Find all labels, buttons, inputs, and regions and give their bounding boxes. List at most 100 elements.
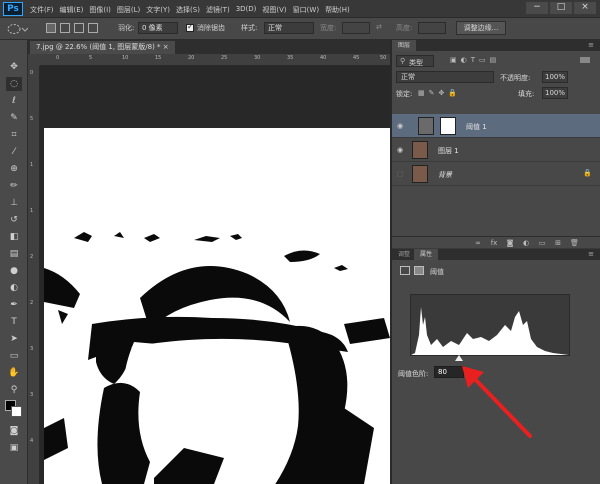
tab-properties[interactable]: 属性 (414, 249, 439, 260)
menu-image[interactable]: 图像(I) (89, 5, 111, 15)
type-tool-icon[interactable]: T (6, 315, 22, 329)
tab-adjustments[interactable]: 调整 (392, 249, 416, 260)
feather-input[interactable]: 0 像素 (138, 22, 178, 34)
hand-tool-icon[interactable]: ✋ (6, 366, 22, 380)
delete-layer-icon[interactable]: 🗑 (570, 239, 579, 247)
layer-filter-select[interactable]: ⚲ 类型 (396, 55, 434, 67)
height-label: 高度: (396, 24, 413, 32)
screen-mode-icon[interactable]: ▣ (6, 441, 22, 455)
clone-stamp-tool-icon[interactable]: ⊥ (6, 196, 22, 210)
document-tab[interactable]: 7.jpg @ 22.6% (阈值 1, 图层蒙版/8) * × (30, 41, 175, 54)
layer-name[interactable]: 图层 1 (438, 146, 459, 156)
panel-menu-icon[interactable]: ≡ (588, 250, 594, 258)
layer-filter-value: 类型 (409, 59, 423, 67)
swap-icon[interactable]: ⇄ (376, 23, 382, 31)
opacity-input[interactable]: 100% (542, 71, 568, 83)
lock-icons[interactable]: ▦✎✥🔒 (418, 89, 461, 97)
menu-window[interactable]: 窗口(W) (293, 5, 319, 15)
height-input[interactable] (418, 22, 446, 34)
layer-style-icon[interactable]: fx (490, 239, 498, 247)
ruler-h-label: 40 (320, 55, 327, 61)
menu-type[interactable]: 文字(Y) (146, 5, 170, 15)
minimize-button[interactable]: − (526, 2, 548, 14)
blur-tool-icon[interactable]: ● (6, 264, 22, 278)
visibility-eye-icon[interactable]: ◉ (397, 122, 403, 130)
panel-menu-icon[interactable]: ≡ (588, 41, 594, 49)
canvas-area[interactable] (40, 66, 390, 484)
filter-toggle-icon[interactable] (580, 57, 590, 63)
layer-mask-thumb[interactable] (440, 117, 456, 135)
menu-layer[interactable]: 图层(L) (117, 5, 140, 15)
marquee-tool-icon[interactable]: ◌ (6, 77, 22, 91)
histogram-graph (411, 307, 569, 355)
brush-tool-icon[interactable]: ✏ (6, 179, 22, 193)
group-icon[interactable]: ▭ (538, 239, 546, 247)
menu-help[interactable]: 帮助(H) (325, 5, 350, 15)
eraser-tool-icon[interactable]: ◧ (6, 230, 22, 244)
vertical-ruler[interactable]: 0 5 1 1 2 2 3 3 4 (28, 66, 40, 484)
menu-edit[interactable]: 编辑(E) (60, 5, 84, 15)
layer-row-threshold[interactable]: ◉ 阈值 1 (392, 114, 600, 138)
new-layer-icon[interactable]: ⊞ (554, 239, 562, 247)
threshold-histogram[interactable] (410, 294, 570, 361)
adjustment-thumb-icon (418, 117, 434, 135)
crop-tool-icon[interactable]: ⌗ (6, 128, 22, 142)
close-button[interactable]: × (574, 2, 596, 14)
opacity-label: 不透明度: (500, 74, 531, 82)
layer-name[interactable]: 阈值 1 (466, 122, 487, 132)
add-mask-icon[interactable]: ◙ (506, 239, 514, 247)
background-color-swatch[interactable] (11, 406, 22, 417)
menu-view[interactable]: 视图(V) (262, 5, 286, 15)
fill-input[interactable]: 100% (542, 87, 568, 99)
pen-tool-icon[interactable]: ✒ (6, 298, 22, 312)
layer-row-layer1[interactable]: ◉ 图层 1 (392, 138, 600, 162)
maximize-button[interactable]: □ (550, 2, 572, 14)
layers-panel: ⚲ 类型 ▣◐T▭▤ 正常 不透明度: 100% 锁定: ▦✎✥🔒 填充: 10… (392, 51, 600, 236)
ruler-h-label: 25 (221, 55, 228, 61)
menu-file[interactable]: 文件(F) (30, 5, 54, 15)
visibility-eye-icon[interactable]: ◉ (397, 146, 403, 154)
marquee-preset-icon[interactable] (6, 22, 28, 36)
dodge-tool-icon[interactable]: ◐ (6, 281, 22, 295)
threshold-slider-handle[interactable] (455, 355, 463, 361)
healing-brush-tool-icon[interactable]: ⊕ (6, 162, 22, 176)
zoom-tool-icon[interactable]: ⚲ (6, 383, 22, 397)
menu-filter[interactable]: 滤镜(T) (206, 5, 230, 15)
lasso-tool-icon[interactable]: ℓ (6, 94, 22, 108)
history-brush-tool-icon[interactable]: ↺ (6, 213, 22, 227)
horizontal-ruler[interactable]: 0 5 10 15 20 25 30 35 40 45 50 (40, 54, 390, 66)
mask-icon[interactable] (414, 266, 424, 275)
subtract-selection-icon[interactable] (74, 23, 84, 33)
add-selection-icon[interactable] (60, 23, 70, 33)
antialias-checkbox[interactable] (186, 22, 194, 32)
path-select-tool-icon[interactable]: ➤ (6, 332, 22, 346)
layer-filter-icons[interactable]: ▣◐T▭▤ (450, 56, 500, 64)
quick-mask-icon[interactable]: ◙ (6, 424, 22, 438)
layers-panel-footer: ∞ fx ◙ ◐ ▭ ⊞ 🗑 (392, 236, 600, 248)
feather-label: 羽化: (118, 24, 135, 32)
document-tab-bar: 7.jpg @ 22.6% (阈值 1, 图层蒙版/8) * × (28, 40, 390, 54)
intersect-selection-icon[interactable] (88, 23, 98, 33)
adjustment-layer-icon[interactable]: ◐ (522, 239, 530, 247)
eyedropper-tool-icon[interactable]: ⁄ (6, 145, 22, 159)
tab-layers[interactable]: 图层 (392, 40, 417, 51)
gradient-tool-icon[interactable]: ▤ (6, 247, 22, 261)
shape-tool-icon[interactable]: ▭ (6, 349, 22, 363)
link-layers-icon[interactable]: ∞ (474, 239, 482, 247)
style-label: 样式: (241, 24, 258, 32)
properties-panel-header: 调整 属性 ≡ (392, 249, 600, 260)
width-input[interactable] (342, 22, 370, 34)
new-selection-icon[interactable] (46, 23, 56, 33)
menu-3d[interactable]: 3D(D) (236, 5, 257, 15)
visibility-box-icon[interactable]: □ (397, 170, 404, 178)
blend-mode-select[interactable]: 正常 (396, 71, 494, 83)
quick-select-tool-icon[interactable]: ✎ (6, 111, 22, 125)
menu-select[interactable]: 选择(S) (176, 5, 200, 15)
layer-name[interactable]: 背景 (438, 170, 452, 180)
document-canvas-image[interactable] (44, 128, 390, 484)
layer-row-background[interactable]: □ 背景 🔒 (392, 162, 600, 186)
refine-edge-button[interactable]: 调整边缘... (456, 21, 506, 35)
style-select[interactable]: 正常 (264, 22, 314, 34)
move-tool-icon[interactable]: ✥ (6, 60, 22, 74)
width-label: 宽度: (320, 24, 337, 32)
